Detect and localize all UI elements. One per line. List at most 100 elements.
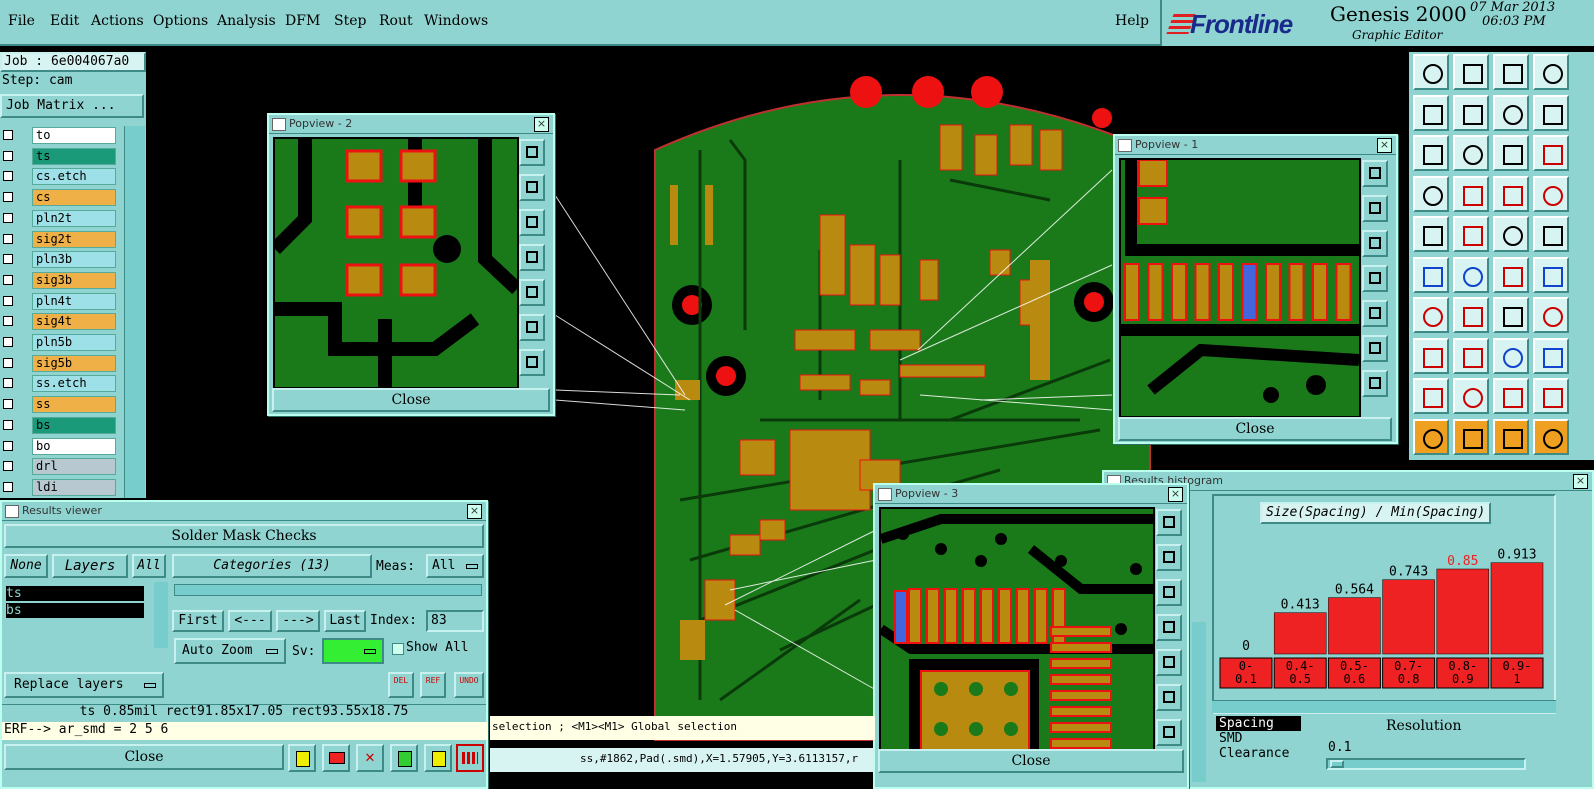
popview-zoom-out-icon[interactable] bbox=[519, 349, 545, 376]
results-close-button[interactable]: Close bbox=[4, 744, 284, 770]
popview-copy-icon[interactable] bbox=[1156, 509, 1182, 536]
popview-3-close-button[interactable]: Close bbox=[878, 749, 1184, 773]
popview-down-icon[interactable] bbox=[1156, 579, 1182, 606]
resolution-slider-thumb[interactable] bbox=[1330, 760, 1344, 768]
popview-3-titlebar[interactable]: Popview - 3 × bbox=[875, 485, 1187, 504]
popview-right-icon[interactable] bbox=[1156, 649, 1182, 676]
layer-checkbox[interactable] bbox=[3, 274, 13, 285]
layer-name[interactable]: bs bbox=[32, 416, 116, 434]
popview-left-icon[interactable] bbox=[1362, 265, 1388, 292]
layer-checkbox[interactable] bbox=[3, 337, 13, 347]
popview-copy-icon[interactable] bbox=[519, 139, 545, 166]
popview-copy-icon[interactable] bbox=[1362, 160, 1388, 187]
help-icon[interactable] bbox=[1533, 135, 1569, 171]
popview-2-view[interactable] bbox=[273, 137, 519, 389]
layer-checkbox[interactable] bbox=[3, 171, 13, 182]
dash-icon[interactable] bbox=[1453, 337, 1489, 374]
move-right-icon[interactable] bbox=[1453, 94, 1489, 131]
move-up-icon[interactable] bbox=[1413, 54, 1449, 90]
popview-left-icon[interactable] bbox=[1156, 614, 1182, 641]
connect-icon[interactable] bbox=[1413, 256, 1449, 293]
layer-checkbox[interactable] bbox=[3, 357, 13, 368]
popview-right-icon[interactable] bbox=[519, 279, 545, 306]
menu-file[interactable]: File bbox=[8, 13, 35, 29]
undo-button[interactable]: UNDO bbox=[454, 672, 484, 698]
close-icon[interactable]: × bbox=[534, 117, 549, 132]
resolution-slider[interactable] bbox=[1326, 758, 1526, 770]
swap-icon[interactable] bbox=[1493, 94, 1529, 131]
close-icon[interactable]: × bbox=[1573, 474, 1588, 489]
layer-name[interactable]: pln4t bbox=[32, 292, 116, 310]
home-icon[interactable] bbox=[1493, 54, 1529, 90]
show-all-checkbox[interactable] bbox=[392, 643, 404, 655]
meas-dropdown[interactable]: All bbox=[426, 554, 484, 578]
signal-icon[interactable] bbox=[1493, 175, 1529, 212]
fill-icon[interactable] bbox=[1533, 297, 1569, 333]
layer-name[interactable]: cs bbox=[32, 189, 116, 207]
layer-checkbox[interactable] bbox=[3, 461, 13, 472]
layer-list-scrollbar[interactable] bbox=[124, 126, 145, 498]
menu-windows[interactable]: Windows bbox=[424, 13, 488, 29]
sv-color-dropdown[interactable] bbox=[322, 638, 384, 664]
layer-name[interactable]: sig3b bbox=[32, 271, 116, 289]
snap-icon[interactable] bbox=[1533, 94, 1569, 131]
sort-icon[interactable] bbox=[390, 744, 418, 772]
popview-3-view[interactable] bbox=[879, 507, 1155, 751]
del-button[interactable]: DEL bbox=[388, 672, 414, 698]
tools-icon[interactable] bbox=[1413, 175, 1449, 212]
auto-zoom-button[interactable]: Auto Zoom bbox=[174, 638, 286, 664]
list-item-clearance[interactable]: Clearance bbox=[1216, 746, 1314, 761]
window-icon[interactable] bbox=[1533, 54, 1569, 90]
arc-icon[interactable] bbox=[1493, 297, 1529, 333]
layer-name[interactable]: sig4t bbox=[32, 313, 116, 331]
popview-zoom-in-icon[interactable] bbox=[519, 314, 545, 341]
histogram-scrollbar[interactable] bbox=[1192, 622, 1206, 782]
layer-name[interactable]: pln5b bbox=[32, 334, 116, 351]
popview-zoom-out-icon[interactable] bbox=[1362, 370, 1388, 397]
probe-icon[interactable] bbox=[1453, 175, 1489, 212]
first-button[interactable]: First bbox=[172, 610, 224, 632]
layer-name[interactable]: pln2t bbox=[32, 209, 116, 227]
layer-name[interactable]: pln3b bbox=[32, 251, 116, 269]
menu-dfm[interactable]: DFM bbox=[285, 13, 320, 29]
monitor-icon[interactable] bbox=[322, 744, 350, 772]
popview-zoom-in-icon[interactable] bbox=[1362, 335, 1388, 362]
report-icon[interactable] bbox=[288, 744, 316, 772]
layer-checkbox[interactable] bbox=[3, 378, 13, 389]
menu-rout[interactable]: Rout bbox=[379, 13, 413, 29]
layer-checkbox[interactable] bbox=[3, 295, 13, 306]
layer-name[interactable]: ss.etch bbox=[32, 375, 116, 393]
job-matrix-button[interactable]: Job Matrix ... bbox=[0, 94, 144, 118]
layer-name[interactable]: sig2t bbox=[32, 230, 116, 248]
popview-left-icon[interactable] bbox=[519, 244, 545, 271]
layer-name[interactable]: ts bbox=[32, 147, 116, 165]
popview-down-icon[interactable] bbox=[1362, 230, 1388, 257]
cross-icon[interactable] bbox=[1453, 256, 1489, 293]
layer-checkbox[interactable] bbox=[3, 440, 13, 451]
layer-name[interactable]: to bbox=[32, 127, 116, 144]
layer-checkbox[interactable] bbox=[3, 212, 13, 223]
close-icon[interactable]: × bbox=[467, 504, 482, 519]
popview-right-icon[interactable] bbox=[1362, 300, 1388, 327]
popview-2-close-button[interactable]: Close bbox=[272, 388, 550, 412]
popview-zoom-out-icon[interactable] bbox=[1156, 719, 1182, 746]
layer-checkbox[interactable] bbox=[3, 130, 13, 140]
move-down-icon[interactable] bbox=[1453, 54, 1489, 90]
layer-name[interactable]: drl bbox=[32, 458, 116, 476]
index-input[interactable]: 83 bbox=[426, 610, 484, 632]
close-icon[interactable]: × bbox=[1168, 487, 1183, 502]
dimension-icon[interactable] bbox=[1493, 337, 1529, 374]
layer-checkbox[interactable] bbox=[3, 254, 13, 265]
menu-options[interactable]: Options bbox=[153, 13, 208, 29]
list-item-spacing[interactable]: Spacing bbox=[1216, 716, 1301, 731]
replace-layers-dropdown[interactable]: Replace layers bbox=[4, 672, 164, 698]
pad-icon[interactable] bbox=[1413, 216, 1449, 252]
ref-button[interactable]: REF bbox=[420, 672, 446, 698]
results-index-scrollbar[interactable] bbox=[174, 584, 482, 596]
menu-step[interactable]: Step bbox=[334, 13, 366, 29]
layer-checkbox[interactable] bbox=[3, 419, 13, 430]
results-list-item[interactable]: bs bbox=[6, 603, 144, 618]
blob-icon[interactable] bbox=[1533, 337, 1569, 374]
popview-up-icon[interactable] bbox=[519, 174, 545, 201]
histogram-icon[interactable] bbox=[456, 744, 484, 772]
